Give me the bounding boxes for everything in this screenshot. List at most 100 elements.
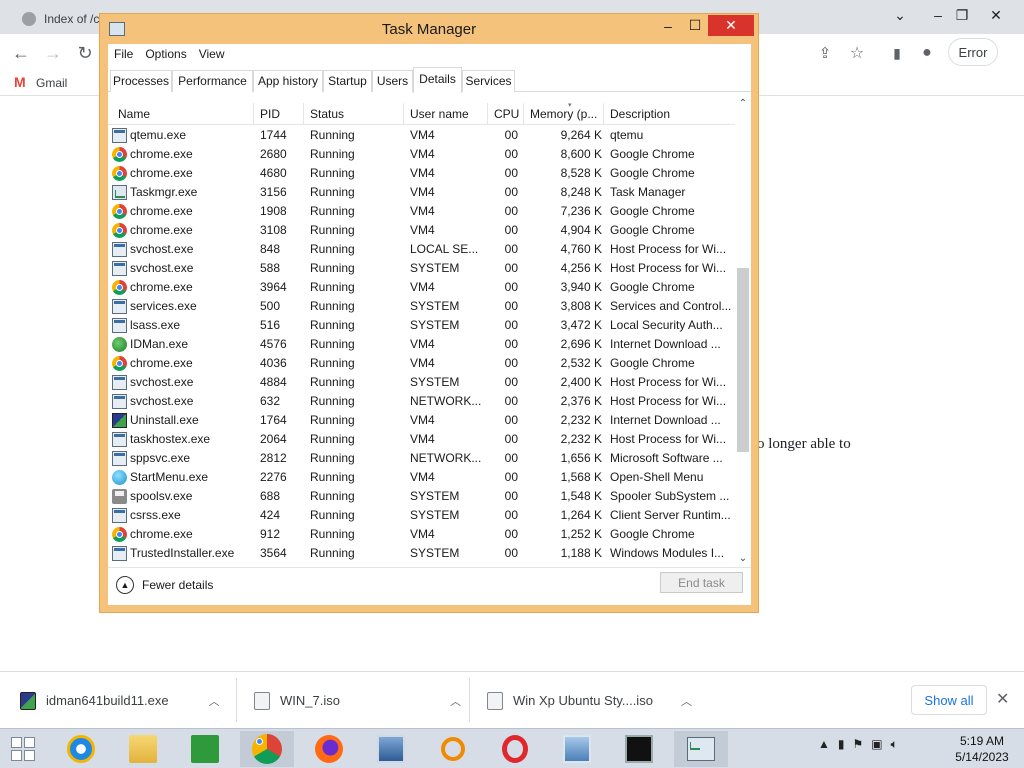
chevron-up-icon[interactable]: ︿ <box>681 693 692 709</box>
taskbar-firefox[interactable] <box>302 731 356 767</box>
table-row[interactable]: Uninstall.exe 1764 Running VM4 00 2,232 K Inte… <box>108 411 735 430</box>
download-item[interactable]: idman641build11.exe ︿ <box>20 672 220 729</box>
chevron-down-icon[interactable]: ⌄ <box>880 0 920 30</box>
table-row[interactable]: IDMan.exe 4576 Running VM4 00 2,696 K Internet… <box>108 335 735 354</box>
flag-icon[interactable]: ⚑ <box>853 737 864 752</box>
menu-options[interactable]: Options <box>139 44 192 64</box>
scroll-down-icon[interactable]: ⌄ <box>738 554 748 564</box>
table-row[interactable]: services.exe 500 Running SYSTEM 00 3,808 K Ser… <box>108 297 735 316</box>
table-row[interactable]: StartMenu.exe 2276 Running VM4 00 1,568 K Open… <box>108 468 735 487</box>
column-header-description[interactable]: Description <box>604 103 735 125</box>
scroll-up-icon[interactable]: ⌃ <box>738 99 748 109</box>
column-header-status[interactable]: Status <box>304 103 404 125</box>
taskbar-remote-desktop[interactable] <box>550 731 604 767</box>
table-row[interactable]: sppsvc.exe 2812 Running NETWORK... 00 1,656 K… <box>108 449 735 468</box>
browser-tab[interactable]: Index of /c... <box>10 4 102 34</box>
task-manager-icon <box>112 185 127 200</box>
chevron-up-icon[interactable]: ︿ <box>450 693 461 709</box>
table-row[interactable]: chrome.exe 4680 Running VM4 00 8,528 K Google … <box>108 164 735 183</box>
column-header-memory[interactable]: Memory (p... <box>524 103 604 125</box>
tab-app-history[interactable]: App history <box>253 70 323 92</box>
column-header-pid[interactable]: PID <box>254 103 304 125</box>
table-row[interactable]: qtemu.exe 1744 Running VM4 00 9,264 K qtemu <box>108 126 735 145</box>
share-icon[interactable]: ⇪ <box>812 40 838 66</box>
table-row[interactable]: chrome.exe 3108 Running VM4 00 4,904 K Google … <box>108 221 735 240</box>
close-button[interactable]: ✕ <box>708 15 754 36</box>
taskbar-command-prompt[interactable] <box>612 731 666 767</box>
process-status: Running <box>310 337 355 351</box>
tab-performance[interactable]: Performance <box>172 70 253 92</box>
idm-icon <box>112 337 127 352</box>
process-pid: 3156 <box>260 185 287 199</box>
tab-startup[interactable]: Startup <box>323 70 372 92</box>
taskbar-store[interactable] <box>178 731 232 767</box>
process-name-cell: TrustedInstaller.exe <box>112 544 254 563</box>
chevron-up-icon[interactable]: ︿ <box>209 693 220 709</box>
reload-icon[interactable]: ↻ <box>72 40 98 66</box>
profile-error-button[interactable]: Error <box>948 38 998 66</box>
process-name-cell: svchost.exe <box>112 373 254 392</box>
bookmark-gmail[interactable]: Gmail <box>14 74 67 90</box>
menu-view[interactable]: View <box>193 44 231 64</box>
scrollbar-thumb[interactable] <box>737 268 749 452</box>
table-row[interactable]: chrome.exe 2680 Running VM4 00 8,600 K Google … <box>108 145 735 164</box>
tab-details[interactable]: Details <box>413 67 462 93</box>
tab-users[interactable]: Users <box>372 70 413 92</box>
column-header-name[interactable]: Name <box>112 103 254 125</box>
close-icon[interactable]: ✕ <box>976 0 1016 30</box>
show-all-button[interactable]: Show all <box>911 685 987 715</box>
title-bar[interactable]: Task Manager – ☐ ✕ <box>100 14 758 44</box>
forward-icon[interactable]: → <box>40 40 66 66</box>
table-row[interactable]: TrustedInstaller.exe 3564 Running SYSTEM 00 1… <box>108 544 735 563</box>
network-icon[interactable]: ▣ <box>871 737 882 752</box>
minimize-button[interactable]: – <box>655 15 681 36</box>
taskbar-opera[interactable] <box>488 731 542 767</box>
table-row[interactable]: svchost.exe 4884 Running SYSTEM 00 2,400 K Hos… <box>108 373 735 392</box>
taskbar-internet-explorer[interactable] <box>54 731 108 767</box>
taskbar-chrome[interactable] <box>240 731 294 767</box>
table-row[interactable]: lsass.exe 516 Running SYSTEM 00 3,472 K Local … <box>108 316 735 335</box>
taskbar-search[interactable] <box>426 731 480 767</box>
menu-file[interactable]: File <box>108 44 139 64</box>
bookmark-star-icon[interactable]: ☆ <box>844 40 870 66</box>
process-pid: 688 <box>260 489 281 503</box>
maximize-button[interactable]: ☐ <box>682 15 708 36</box>
process-status: Running <box>310 489 355 503</box>
volume-icon[interactable]: 🔈︎ <box>891 737 898 752</box>
process-name-cell: IDMan.exe <box>112 335 254 354</box>
close-icon[interactable]: ✕ <box>996 689 1009 709</box>
column-header-user-name[interactable]: User name <box>404 103 488 125</box>
process-name: svchost.exe <box>130 375 194 389</box>
table-row[interactable]: chrome.exe 1908 Running VM4 00 7,236 K Google … <box>108 202 735 221</box>
taskbar-clock[interactable]: 5:19 AM 5/14/2023 <box>950 733 1014 765</box>
profile-avatar-icon[interactable]: ● <box>914 40 940 66</box>
table-row[interactable]: svchost.exe 632 Running NETWORK... 00 2,376 K… <box>108 392 735 411</box>
table-row[interactable]: svchost.exe 848 Running LOCAL SE... 00 4,760 … <box>108 240 735 259</box>
table-row[interactable]: Taskmgr.exe 3156 Running VM4 00 8,248 K Task M… <box>108 183 735 202</box>
back-icon[interactable]: ← <box>8 40 34 66</box>
table-row[interactable]: csrss.exe 424 Running SYSTEM 00 1,264 K Client… <box>108 506 735 525</box>
table-row[interactable]: spoolsv.exe 688 Running SYSTEM 00 1,548 K Spoo… <box>108 487 735 506</box>
battery-icon[interactable]: ▮ <box>838 737 845 752</box>
table-row[interactable]: chrome.exe 912 Running VM4 00 1,252 K Google C… <box>108 525 735 544</box>
process-user: VM4 <box>410 223 435 237</box>
tab-processes[interactable]: Processes <box>110 70 172 92</box>
table-row[interactable]: chrome.exe 3964 Running VM4 00 3,940 K Google … <box>108 278 735 297</box>
taskbar-file-explorer[interactable] <box>116 731 170 767</box>
chevron-up-icon[interactable]: ▲ <box>818 737 830 752</box>
fewer-details-button[interactable]: ▲ Fewer details <box>116 576 213 594</box>
taskbar-virtual-machine[interactable] <box>364 731 418 767</box>
taskbar-task-manager[interactable] <box>674 731 728 767</box>
side-panel-icon[interactable]: ▮ <box>884 40 910 66</box>
download-item[interactable]: Win Xp Ubuntu Sty....iso ︿ <box>487 672 692 729</box>
download-item[interactable]: WIN_7.iso ︿ <box>254 672 461 729</box>
table-row[interactable]: svchost.exe 588 Running SYSTEM 00 4,256 K Host… <box>108 259 735 278</box>
column-header-cpu[interactable]: CPU <box>488 103 524 125</box>
table-row[interactable]: chrome.exe 4036 Running VM4 00 2,532 K Google … <box>108 354 735 373</box>
tab-services[interactable]: Services <box>462 70 515 92</box>
table-row[interactable]: taskhostex.exe 2064 Running VM4 00 2,232 K Hos… <box>108 430 735 449</box>
end-task-button[interactable]: End task <box>660 572 743 593</box>
process-description: Host Process for Wi... <box>610 432 727 446</box>
vertical-scrollbar[interactable]: ⌃ ⌄ <box>735 94 751 567</box>
start-button[interactable] <box>0 731 50 767</box>
